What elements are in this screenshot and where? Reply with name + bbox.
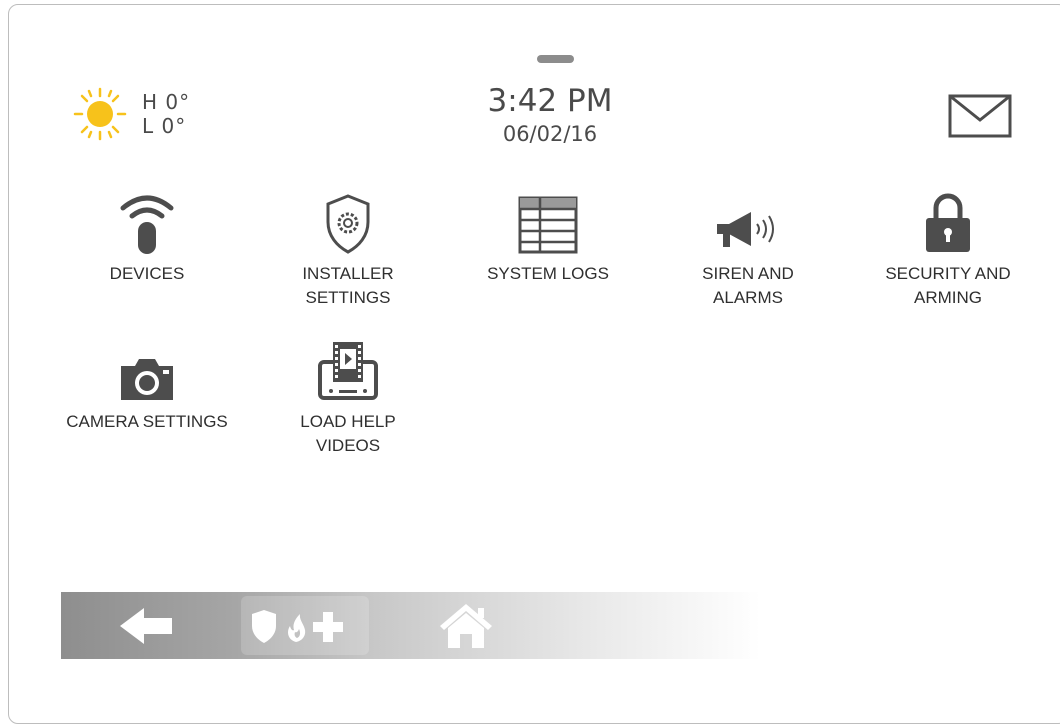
menu-item-security-and-arming[interactable]: SECURITY AND ARMING: [858, 192, 1038, 310]
camera-icon: [121, 359, 173, 400]
low-temp: L 0°: [142, 114, 187, 138]
clock: 3:42 PM 06/02/16: [430, 82, 670, 148]
high-temp: H 0°: [142, 90, 191, 114]
back-button[interactable]: [101, 592, 191, 659]
pull-down-handle[interactable]: [537, 55, 574, 63]
padlock-icon: [926, 193, 970, 252]
menu-item-siren-and-alarms[interactable]: SIREN AND ALARMS: [658, 192, 838, 310]
emergency-button[interactable]: [241, 596, 369, 655]
menu-item-label: LOAD HELP VIDEOS: [300, 412, 396, 455]
back-arrow-icon: [120, 607, 172, 644]
menu-item-label: SECURITY AND ARMING: [885, 264, 1011, 307]
bottom-nav-bar: [61, 592, 761, 659]
menu-item-label: DEVICES: [109, 264, 185, 283]
megaphone-icon: [717, 212, 774, 247]
menu-item-load-help-videos[interactable]: LOAD HELP VIDEOS: [258, 340, 438, 458]
table-log-icon: [518, 196, 578, 254]
current-time: 3:42 PM: [487, 83, 613, 119]
menu-item-installer-settings[interactable]: INSTALLER SETTINGS: [258, 192, 438, 310]
sun-icon: [73, 87, 127, 141]
menu-item-label: CAMERA SETTINGS: [66, 412, 228, 431]
menu-item-label: INSTALLER SETTINGS: [302, 264, 394, 307]
weather-widget[interactable]: H 0° L 0°: [72, 86, 212, 146]
shield-icon: [252, 609, 276, 643]
current-date: 06/02/16: [502, 122, 598, 146]
wireless-fob-icon: [120, 195, 174, 254]
envelope-icon[interactable]: [948, 94, 1012, 138]
menu-item-camera-settings[interactable]: CAMERA SETTINGS: [57, 340, 237, 434]
temperature-readout: H 0° L 0°: [142, 90, 190, 138]
video-tablet-icon: [318, 342, 378, 400]
menu-item-devices[interactable]: DEVICES: [57, 192, 237, 286]
emergency-icons: [252, 609, 343, 643]
plus-icon: [313, 611, 343, 642]
home-button[interactable]: [431, 592, 501, 659]
shield-gear-icon: [326, 194, 370, 254]
menu-item-label: SYSTEM LOGS: [487, 264, 609, 283]
home-icon: [440, 603, 492, 648]
flame-icon: [288, 613, 306, 642]
menu-item-label: SIREN AND ALARMS: [702, 264, 794, 307]
menu-item-system-logs[interactable]: SYSTEM LOGS: [458, 192, 638, 286]
